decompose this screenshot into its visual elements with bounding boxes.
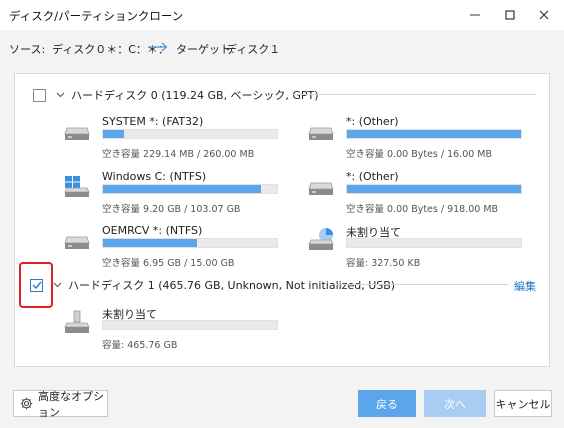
usage-bar-fill [103,185,262,193]
partition-name: *: (Other) [346,170,399,183]
gear-icon [20,397,33,410]
checkbox-highlight-box [19,262,53,308]
partition-info: 空き容量 9.20 GB / 103.07 GB [102,204,241,215]
scrollbar[interactable] [545,74,549,366]
usage-bar [102,320,278,330]
unallocated-usb-icon [64,310,90,333]
disk-1-title: ハードディスク 1 (465.76 GB, Unknown, Not initi… [68,279,396,292]
usage-bar [102,129,278,139]
advanced-options-label: 高度なオプション [38,389,104,419]
minimize-icon [470,14,480,16]
partition-info: 空き容量 0.00 Bytes / 918.00 MB [346,204,499,215]
source-label: ソース: [9,43,46,56]
usage-bar-fill [103,239,197,247]
next-button[interactable]: 次へ [424,390,486,417]
partition-name: SYSTEM *: (FAT32) [102,115,204,128]
usage-bar [346,129,522,139]
partition-info: 空き容量 0.00 Bytes / 16.00 MB [346,149,493,160]
disk-0-header: ハードディスク 0 (119.24 GB, ベーシック, GPT) [33,87,319,103]
partition-info: 容量: 327.50 KB [346,258,421,269]
usage-bar [346,238,522,248]
clone-route-bar: ソース: ディスク０＊：C：＊： ターゲット: ディスク１ [0,30,564,66]
partition-info: 容量: 465.76 GB [102,340,178,351]
back-button[interactable]: 戻る [358,390,416,417]
hdd-icon [64,127,90,140]
advanced-options-button[interactable]: 高度なオプション [13,389,108,419]
usage-bar-fill [347,130,521,138]
disk-1-header: ハードディスク 1 (465.76 GB, Unknown, Not initi… [30,277,395,293]
maximize-button[interactable] [497,4,523,26]
usage-bar-fill [103,130,124,138]
usage-bar-fill [347,185,521,193]
maximize-icon [505,10,515,20]
close-button[interactable] [531,4,557,26]
hdd-icon [308,127,334,140]
chevron-down-icon[interactable] [53,282,62,288]
title-bar: ディスク/パーティションクローン [0,0,564,30]
partition-info: 空き容量 229.14 MB / 260.00 MB [102,149,255,160]
close-icon [539,10,549,20]
usage-bar [346,184,522,194]
window-title: ディスク/パーティションクローン [9,9,184,23]
disk-list-panel [14,73,550,367]
partition-info: 空き容量 6.95 GB / 15.00 GB [102,258,235,269]
usage-bar [102,238,278,248]
target-value: ディスク１ [226,43,281,56]
disk-0-checkbox[interactable] [33,88,46,102]
partition-name: OEMRCV *: (NTFS) [102,224,203,237]
partition-name: Windows C: (NTFS) [102,170,207,183]
edit-link[interactable]: 編集 [514,278,536,294]
minimize-button[interactable] [462,4,488,26]
hdd-icon [308,182,334,195]
divider [334,284,508,285]
partition-name: *: (Other) [346,115,399,128]
disk-0-title: ハードディスク 0 (119.24 GB, ベーシック, GPT) [71,89,319,102]
footer-bar: 高度なオプション 戻る 次へ キャンセル [0,378,564,428]
chevron-down-icon[interactable] [56,92,65,98]
unallocated-drive-icon [308,228,334,250]
usage-bar [102,184,278,194]
divider [292,94,536,95]
arrow-right-icon [148,42,168,52]
cancel-button[interactable]: キャンセル [494,390,552,417]
hdd-icon [64,236,90,249]
windows-drive-icon [64,176,90,197]
